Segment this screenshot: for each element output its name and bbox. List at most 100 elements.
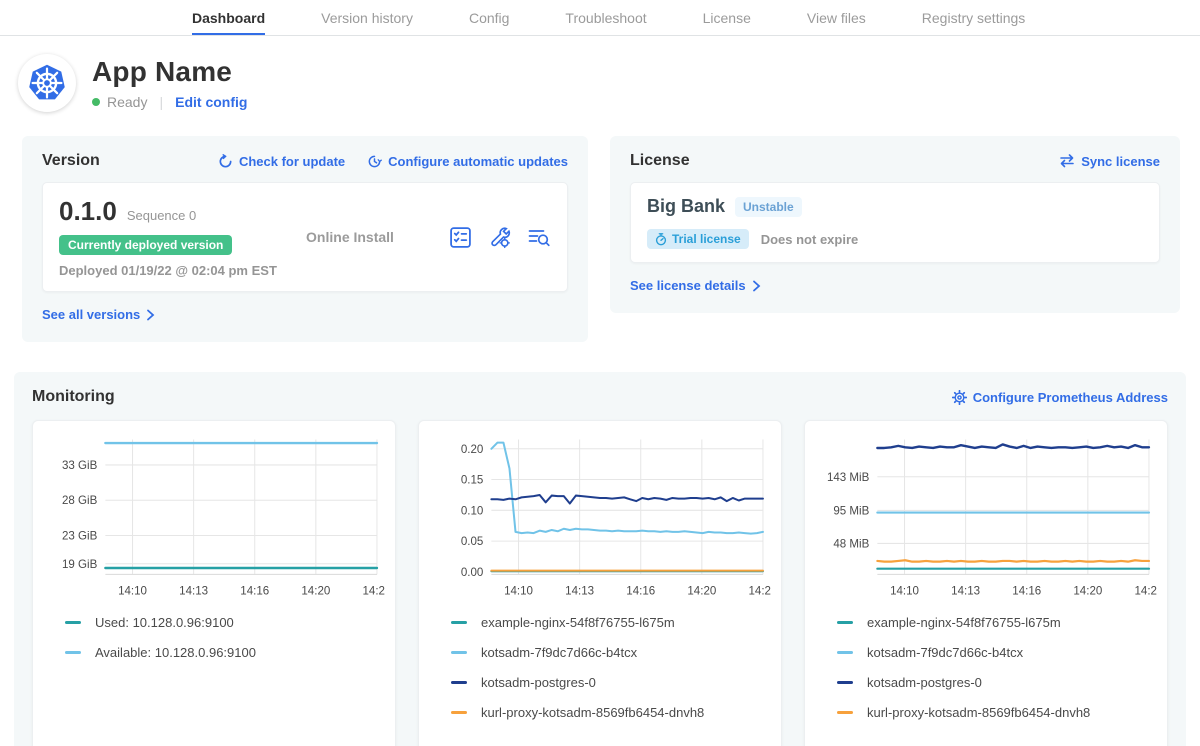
tab-version-history[interactable]: Version history (321, 0, 413, 35)
svg-text:95 MiB: 95 MiB (833, 505, 869, 517)
svg-text:14:20: 14:20 (687, 585, 716, 597)
svg-text:14:23: 14:23 (1134, 585, 1157, 597)
schedule-update-icon (367, 154, 382, 169)
version-sequence: Sequence 0 (127, 208, 196, 223)
license-card-title: License (630, 152, 690, 170)
svg-text:19 GiB: 19 GiB (62, 559, 98, 571)
svg-text:48 MiB: 48 MiB (833, 538, 869, 550)
chart-title: CPU Usage (429, 735, 771, 746)
legend-item: kotsadm-7f9dc7d66c-b4tcx (837, 645, 1157, 660)
chart-legend: example-nginx-54f8f76755-l675m kotsadm-7f… (429, 615, 771, 735)
trial-license-badge: Trial license (647, 229, 749, 249)
chart-plot: 14:1014:1314:1614:2014:230.000.050.100.1… (429, 433, 771, 605)
preflight-checks-button[interactable] (449, 226, 472, 249)
svg-text:14:16: 14:16 (1012, 585, 1041, 597)
svg-text:14:10: 14:10 (118, 585, 147, 597)
tab-dashboard[interactable]: Dashboard (192, 0, 265, 35)
tab-config[interactable]: Config (469, 0, 509, 35)
legend-item: example-nginx-54f8f76755-l675m (451, 615, 771, 630)
config-wrench-icon (488, 226, 511, 249)
legend-color-dash (451, 651, 467, 654)
tab-license[interactable]: License (703, 0, 751, 35)
legend-item: Available: 10.128.0.96:9100 (65, 645, 385, 660)
svg-text:0.10: 0.10 (461, 505, 483, 517)
customer-name: Big Bank (647, 196, 725, 217)
legend-label: kurl-proxy-kotsadm-8569fb6454-dnvh8 (867, 705, 1090, 720)
legend-item: kotsadm-postgres-0 (451, 675, 771, 690)
gear-icon (952, 390, 967, 405)
legend-label: kotsadm-7f9dc7d66c-b4tcx (481, 645, 637, 660)
chart-card-memory-usage: 14:1014:1314:1614:2014:2348 MiB95 MiB143… (804, 420, 1168, 746)
version-card: Version Check for update Configure autom… (22, 136, 588, 342)
legend-item: kotsadm-postgres-0 (837, 675, 1157, 690)
edit-config-link[interactable]: Edit config (175, 94, 247, 110)
check-for-update-button[interactable]: Check for update (218, 154, 345, 169)
svg-text:14:10: 14:10 (504, 585, 533, 597)
legend-label: kotsadm-postgres-0 (867, 675, 982, 690)
deploy-logs-icon (527, 226, 551, 248)
app-header: App Name Ready | Edit config (18, 54, 1178, 112)
svg-text:143 MiB: 143 MiB (827, 472, 870, 484)
chart-line-kotsadm-postgres-0 (491, 495, 763, 504)
current-version-row: 0.1.0 Sequence 0 Currently deployed vers… (42, 182, 568, 292)
svg-text:0.05: 0.05 (461, 536, 483, 548)
chart-card-disk-usage: 14:1014:1314:1614:2014:2319 GiB23 GiB28 … (32, 420, 396, 746)
chart-line-kotsadm-postgres-0 (877, 444, 1149, 448)
chart-line-kotsadm-7f9dc7d66c-b4tcx (491, 443, 763, 534)
channel-badge: Unstable (735, 197, 802, 217)
legend-color-dash (451, 681, 467, 684)
tab-troubleshoot[interactable]: Troubleshoot (565, 0, 646, 35)
refresh-icon (218, 154, 233, 169)
edit-config-version-button[interactable] (488, 226, 511, 249)
svg-text:33 GiB: 33 GiB (62, 460, 98, 472)
chart-title: Disk Usage (43, 735, 385, 746)
configure-automatic-updates-button[interactable]: Configure automatic updates (367, 154, 568, 169)
deployed-badge: Currently deployed version (59, 235, 232, 255)
top-nav: Dashboard Version history Config Troublesho… (0, 0, 1200, 36)
page-title: App Name (92, 56, 247, 88)
legend-color-dash (65, 621, 81, 624)
configure-prometheus-button[interactable]: Configure Prometheus Address (952, 390, 1168, 405)
svg-text:14:13: 14:13 (951, 585, 980, 597)
legend-color-dash (837, 621, 853, 624)
svg-text:0.20: 0.20 (461, 444, 483, 456)
app-status: Ready (107, 94, 147, 110)
svg-text:14:13: 14:13 (179, 585, 208, 597)
svg-text:23 GiB: 23 GiB (62, 531, 98, 543)
tab-registry-settings[interactable]: Registry settings (922, 0, 1025, 35)
ready-status-dot (92, 98, 100, 106)
chevron-right-icon (146, 309, 155, 321)
chart-line-kurl-proxy-kotsadm-8569fb6454-dnvh8 (877, 560, 1149, 561)
chart-legend: Used: 10.128.0.96:9100 Available: 10.128.… (43, 615, 385, 675)
see-all-versions-link[interactable]: See all versions (42, 307, 155, 322)
svg-text:0.00: 0.00 (461, 567, 483, 579)
svg-text:28 GiB: 28 GiB (62, 495, 98, 507)
svg-text:14:23: 14:23 (362, 585, 385, 597)
svg-text:14:10: 14:10 (890, 585, 919, 597)
svg-text:14:16: 14:16 (626, 585, 655, 597)
preflight-checks-icon (449, 226, 472, 249)
legend-color-dash (451, 621, 467, 624)
see-license-details-link[interactable]: See license details (630, 278, 761, 293)
version-number: 0.1.0 (59, 196, 117, 227)
legend-color-dash (837, 681, 853, 684)
stopwatch-icon (655, 233, 667, 246)
legend-color-dash (837, 711, 853, 714)
legend-label: kotsadm-7f9dc7d66c-b4tcx (867, 645, 1023, 660)
version-card-title: Version (42, 152, 100, 170)
divider: | (159, 94, 163, 110)
monitoring-title: Monitoring (32, 388, 115, 406)
legend-item: kurl-proxy-kotsadm-8569fb6454-dnvh8 (451, 705, 771, 720)
tab-view-files[interactable]: View files (807, 0, 866, 35)
monitoring-section: Monitoring Configure Prometheus Address … (14, 372, 1186, 746)
legend-item: kurl-proxy-kotsadm-8569fb6454-dnvh8 (837, 705, 1157, 720)
view-deploy-logs-button[interactable] (527, 226, 551, 248)
sync-license-button[interactable]: Sync license (1059, 154, 1160, 169)
chart-card-cpu-usage: 14:1014:1314:1614:2014:230.000.050.100.1… (418, 420, 782, 746)
legend-label: example-nginx-54f8f76755-l675m (867, 615, 1061, 630)
sync-icon (1059, 154, 1075, 168)
legend-item: Used: 10.128.0.96:9100 (65, 615, 385, 630)
legend-label: Available: 10.128.0.96:9100 (95, 645, 256, 660)
license-details-row: Big Bank Unstable Trial license Does not… (630, 182, 1160, 263)
legend-color-dash (451, 711, 467, 714)
